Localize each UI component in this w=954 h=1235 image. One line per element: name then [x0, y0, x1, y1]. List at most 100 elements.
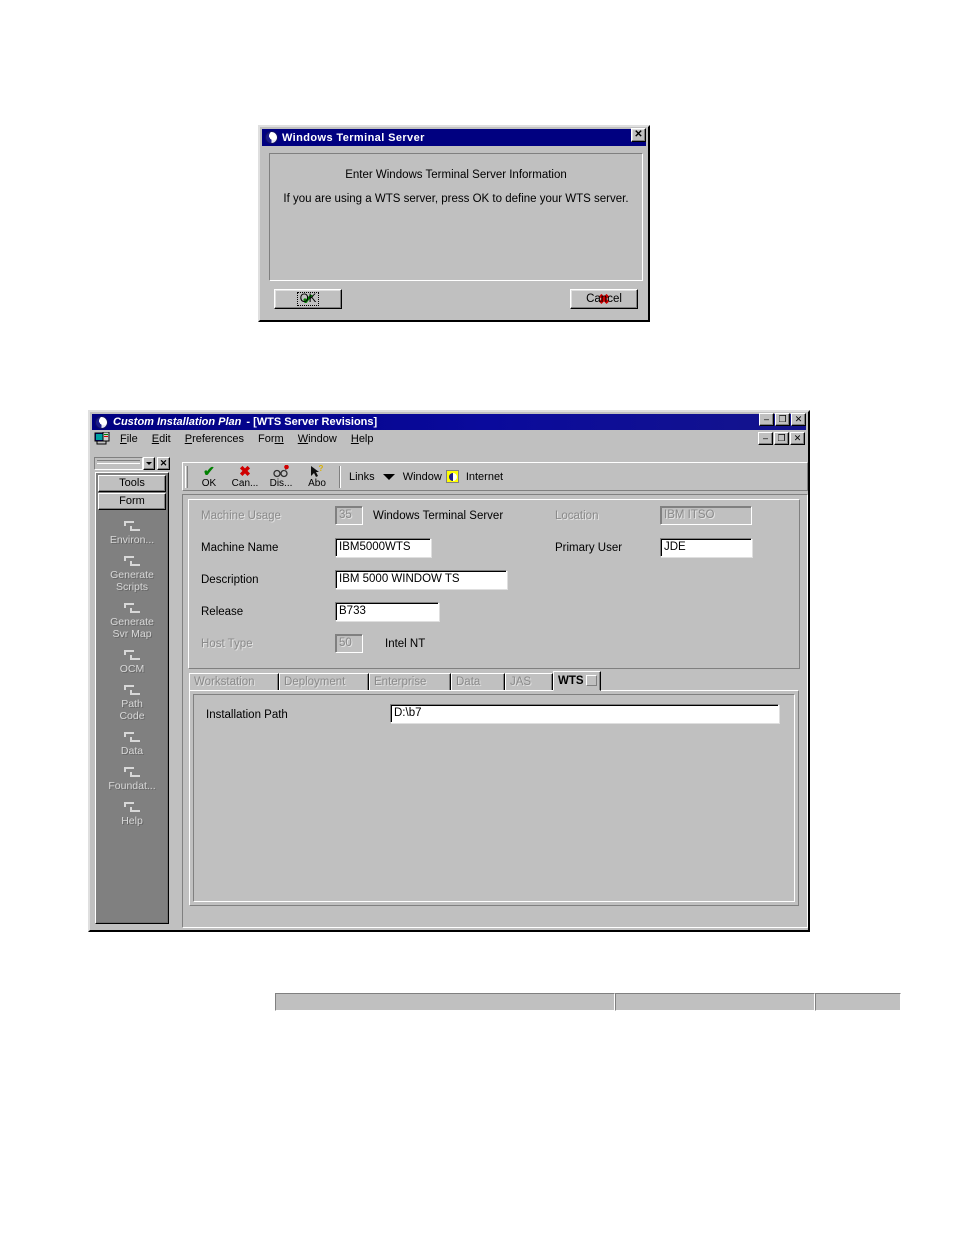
tab-wts[interactable]: WTS — [553, 671, 601, 691]
child-close-button[interactable]: ✕ — [790, 432, 805, 445]
tab-jas[interactable]: JAS — [505, 673, 553, 691]
location-field: IBM ITSO — [660, 506, 752, 525]
gear-icon — [98, 800, 166, 814]
installation-path-label: Installation Path — [206, 709, 288, 721]
minimize-button[interactable]: – — [759, 413, 774, 426]
machine-detail-group: Machine Usage 35 Windows Terminal Server… — [188, 499, 800, 669]
machine-usage-description: Windows Terminal Server — [373, 510, 504, 522]
sidebar-item-label-2: Code — [119, 710, 145, 722]
chevron-down-icon[interactable] — [143, 456, 156, 470]
dialog-close-button[interactable]: ✕ — [631, 128, 646, 142]
sidebar-item-label-2: Svr Map — [112, 628, 152, 640]
restore-button[interactable]: ❐ — [775, 413, 790, 426]
menu-item-window[interactable]: Window — [291, 433, 344, 445]
gear-icon — [98, 730, 166, 744]
close-button[interactable]: ✕ — [791, 413, 806, 426]
app-title-bar[interactable]: Custom Installation Plan - [WTS Server R… — [92, 414, 806, 430]
sidebar-item-ocm[interactable]: OCM — [98, 640, 166, 675]
toolbar-grip[interactable] — [185, 465, 188, 488]
gear-icon — [98, 765, 166, 779]
machine-name-field[interactable]: IBM5000WTS — [335, 538, 431, 557]
menu-item-edit[interactable]: Edit — [145, 433, 178, 445]
globe-icon — [265, 131, 278, 144]
toolbar-internet-label[interactable]: Internet — [466, 471, 503, 483]
installation-path-field[interactable]: D:\b7 — [390, 704, 779, 723]
sidebar-item-environ[interactable]: Environ... — [98, 511, 166, 546]
tab-data[interactable]: Data — [451, 673, 505, 691]
sidebar-close-button[interactable]: ✕ — [157, 456, 170, 470]
tab-strip: Workstation Deployment Enterprise Data J… — [189, 671, 799, 691]
dialog-cancel-label: Cancel — [586, 293, 622, 305]
sidebar-item-foundation[interactable]: Foundat... — [98, 757, 166, 792]
sidebar-item-label: Path — [121, 698, 143, 710]
sidebar-item-label: OCM — [119, 663, 145, 675]
toolbar-links-label[interactable]: Links — [349, 471, 375, 483]
arrow-question-icon: ? — [309, 465, 325, 478]
internet-globe-icon[interactable] — [445, 470, 459, 483]
app-title-text: Custom Installation Plan — [113, 416, 242, 428]
toolbar-ok-label: OK — [201, 477, 217, 489]
tab-deployment[interactable]: Deployment — [279, 673, 369, 691]
sidebar-item-label: Help — [121, 815, 143, 827]
menu-item-file[interactable]: File — [113, 433, 145, 445]
toolbar-about-button[interactable]: ? Abo — [299, 464, 335, 490]
sidebar-item-generate-svr-map[interactable]: Generate Svr Map — [98, 593, 166, 640]
sidebar-item-data[interactable]: Data — [98, 722, 166, 757]
host-type-description: Intel NT — [385, 638, 426, 650]
sidebar-item-help[interactable]: Help — [98, 792, 166, 827]
gear-icon — [98, 683, 166, 697]
dialog-title-text: Windows Terminal Server — [282, 131, 425, 144]
machine-name-label: Machine Name — [201, 542, 279, 554]
dialog-cancel-button[interactable]: ✖ Cancel — [570, 289, 638, 309]
gear-icon — [98, 554, 166, 568]
toolbar-window-label[interactable]: Window — [403, 471, 442, 483]
tab-enterprise[interactable]: Enterprise — [369, 673, 451, 691]
menu-item-preferences[interactable]: Preferences — [178, 433, 251, 445]
primary-user-label: Primary User — [555, 542, 623, 554]
description-field[interactable]: IBM 5000 WINDOW TS — [335, 570, 507, 589]
glasses-pin-icon — [273, 464, 289, 478]
application-icon[interactable] — [94, 431, 110, 446]
host-type-field: 50 — [335, 634, 363, 653]
toolbar-display-label: Dis... — [269, 477, 293, 489]
sidebar-item-label: Generate — [110, 616, 154, 628]
sidebar-tab-tools[interactable]: Tools — [98, 475, 166, 492]
menu-bar: File Edit Preferences Form Window Help –… — [92, 431, 806, 447]
toolbar-display-button[interactable]: Dis... — [263, 464, 299, 490]
window-caption-buttons: – ❐ ✕ — [759, 413, 806, 426]
toolbar-ok-button[interactable]: ✔ OK — [191, 464, 227, 490]
sidebar-combo-box[interactable] — [94, 456, 144, 470]
sidebar-item-label-2: Scripts — [115, 581, 149, 593]
status-panel-3 — [815, 993, 901, 1011]
custom-installation-plan-window: Custom Installation Plan - [WTS Server R… — [88, 410, 901, 1011]
dialog-title-bar[interactable]: Windows Terminal Server — [262, 129, 646, 146]
primary-user-field[interactable]: JDE — [660, 538, 752, 557]
sidebar-body: Tools Form Environ... Generate Scripts G… — [95, 472, 169, 924]
description-label: Description — [201, 574, 259, 586]
form-client-area: Machine Usage 35 Windows Terminal Server… — [182, 494, 901, 1011]
sidebar-item-generate-scripts[interactable]: Generate Scripts — [98, 546, 166, 593]
toolbar-cancel-button[interactable]: ✖ Can... — [227, 464, 263, 490]
status-bar — [275, 993, 901, 1011]
status-panel-2 — [615, 993, 815, 1011]
screenshot-page: Windows Terminal Server ✕ Enter Windows … — [0, 0, 954, 1235]
menu-item-help[interactable]: Help — [344, 433, 381, 445]
sidebar-item-path-code[interactable]: Path Code — [98, 675, 166, 722]
child-window-caption-buttons: – ❐ ✕ — [758, 432, 805, 445]
location-label: Location — [555, 510, 599, 522]
chevron-down-icon[interactable] — [382, 473, 395, 480]
tab-workstation[interactable]: Workstation — [189, 673, 279, 691]
child-restore-button[interactable]: ❐ — [774, 432, 789, 445]
child-minimize-button[interactable]: – — [758, 432, 773, 445]
sidebar-item-label: Environ... — [109, 534, 155, 546]
red-x-icon: ✖ — [239, 463, 251, 479]
menu-item-form[interactable]: Form — [251, 433, 291, 445]
tab-wts-label: WTS — [558, 675, 584, 687]
sidebar-tab-form[interactable]: Form — [98, 493, 166, 510]
gear-icon — [98, 601, 166, 615]
toolbar-about-label: Abo — [308, 477, 326, 489]
machine-usage-field: 35 — [335, 506, 363, 525]
status-panel-1 — [275, 993, 615, 1011]
release-field[interactable]: B733 — [335, 602, 439, 621]
dialog-ok-button[interactable]: ✔ OK — [274, 289, 342, 309]
